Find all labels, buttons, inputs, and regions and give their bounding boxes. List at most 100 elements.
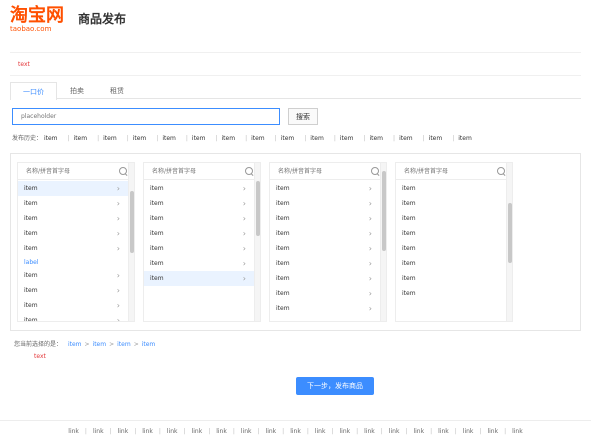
history-item[interactable]: item bbox=[222, 135, 236, 142]
history-item[interactable]: item bbox=[44, 135, 58, 142]
footer-link[interactable]: link bbox=[216, 428, 227, 435]
column-search-box[interactable] bbox=[396, 163, 512, 180]
category-item[interactable]: item bbox=[396, 226, 512, 241]
category-item-label: item bbox=[24, 185, 38, 192]
category-item[interactable]: item › bbox=[18, 268, 134, 283]
category-scrollbar[interactable] bbox=[128, 163, 134, 321]
category-scrollbar[interactable] bbox=[506, 163, 512, 321]
footer-link[interactable]: link bbox=[438, 428, 449, 435]
history-item[interactable]: item bbox=[369, 135, 383, 142]
tab-2[interactable]: 租赁 bbox=[97, 81, 137, 99]
scrollbar-thumb[interactable] bbox=[256, 181, 260, 236]
category-item[interactable]: item › bbox=[144, 211, 260, 226]
category-item[interactable]: item › bbox=[18, 226, 134, 241]
category-item[interactable]: item bbox=[396, 271, 512, 286]
category-item[interactable]: item › bbox=[270, 196, 386, 211]
category-item[interactable]: item › bbox=[18, 241, 134, 256]
category-item[interactable]: item bbox=[396, 196, 512, 211]
history-item[interactable]: item bbox=[399, 135, 413, 142]
category-item[interactable]: item › bbox=[144, 226, 260, 241]
footer-link[interactable]: link bbox=[487, 428, 498, 435]
category-search-box[interactable] bbox=[12, 108, 280, 125]
category-item[interactable]: item › bbox=[270, 256, 386, 271]
category-item[interactable]: item › bbox=[18, 211, 134, 226]
category-search-input[interactable] bbox=[19, 112, 279, 121]
footer-link[interactable]: link bbox=[413, 428, 424, 435]
category-item[interactable]: item bbox=[396, 211, 512, 226]
footer-link[interactable]: link bbox=[167, 428, 178, 435]
footer-link[interactable]: link bbox=[241, 428, 252, 435]
category-item[interactable]: item › bbox=[144, 271, 260, 286]
history-item[interactable]: item bbox=[458, 135, 472, 142]
category-item[interactable]: item bbox=[396, 241, 512, 256]
history-item[interactable]: item bbox=[74, 135, 88, 142]
column-search-input[interactable] bbox=[24, 166, 114, 176]
selected-path-item[interactable]: item bbox=[142, 341, 156, 348]
category-item[interactable]: item › bbox=[18, 283, 134, 298]
history-item[interactable]: item bbox=[340, 135, 354, 142]
category-item[interactable]: item › bbox=[18, 313, 134, 321]
footer-link[interactable]: link bbox=[118, 428, 129, 435]
column-search-box[interactable] bbox=[144, 163, 260, 180]
category-item[interactable]: item bbox=[396, 181, 512, 196]
category-item[interactable]: item › bbox=[270, 286, 386, 301]
history-item[interactable]: item bbox=[162, 135, 176, 142]
category-item[interactable]: item › bbox=[270, 211, 386, 226]
category-scrollbar[interactable] bbox=[254, 163, 260, 321]
footer-link[interactable]: link bbox=[512, 428, 523, 435]
chevron-right-icon: › bbox=[242, 199, 246, 208]
column-search-input[interactable] bbox=[150, 166, 240, 176]
footer-link[interactable]: link bbox=[340, 428, 351, 435]
category-item[interactable]: item › bbox=[144, 196, 260, 211]
history-item[interactable]: item bbox=[103, 135, 117, 142]
chevron-right-icon: › bbox=[116, 214, 120, 223]
category-item[interactable]: item › bbox=[144, 241, 260, 256]
footer-link[interactable]: link bbox=[389, 428, 400, 435]
footer-link[interactable]: link bbox=[463, 428, 474, 435]
footer-link[interactable]: link bbox=[290, 428, 301, 435]
history-item[interactable]: item bbox=[310, 135, 324, 142]
scrollbar-thumb[interactable] bbox=[508, 203, 512, 263]
tab-0[interactable]: 一口价 bbox=[10, 82, 57, 100]
footer-link[interactable]: link bbox=[266, 428, 277, 435]
category-item[interactable]: item › bbox=[270, 181, 386, 196]
category-item[interactable]: item bbox=[396, 286, 512, 301]
category-item[interactable]: item bbox=[396, 256, 512, 271]
footer-link[interactable]: link bbox=[192, 428, 203, 435]
history-item[interactable]: item bbox=[192, 135, 206, 142]
category-item[interactable]: item › bbox=[18, 196, 134, 211]
category-item[interactable]: item › bbox=[270, 226, 386, 241]
footer-link[interactable]: link bbox=[93, 428, 104, 435]
taobao-logo[interactable]: 淘宝网 taobao.com bbox=[10, 6, 80, 34]
category-scrollbar[interactable] bbox=[380, 163, 386, 321]
selected-path-item[interactable]: item bbox=[93, 341, 107, 348]
column-search-box[interactable] bbox=[270, 163, 386, 180]
category-item[interactable]: item › bbox=[144, 256, 260, 271]
footer-link[interactable]: link bbox=[68, 428, 79, 435]
category-search-button[interactable]: 搜索 bbox=[288, 108, 318, 125]
history-item[interactable]: item bbox=[251, 135, 265, 142]
footer-link[interactable]: link bbox=[142, 428, 153, 435]
scrollbar-thumb[interactable] bbox=[382, 171, 386, 251]
category-item[interactable]: item › bbox=[270, 271, 386, 286]
category-item[interactable]: item › bbox=[270, 301, 386, 316]
footer-link[interactable]: link bbox=[315, 428, 326, 435]
next-step-button[interactable]: 下一步，发布商品 bbox=[296, 377, 374, 395]
footer-separator: | bbox=[134, 427, 137, 435]
history-item[interactable]: item bbox=[281, 135, 295, 142]
tab-1[interactable]: 拍卖 bbox=[57, 81, 97, 99]
selected-path-item[interactable]: item bbox=[68, 341, 82, 348]
selected-path-item[interactable]: item bbox=[117, 341, 131, 348]
column-search-input[interactable] bbox=[276, 166, 366, 176]
history-item[interactable]: item bbox=[133, 135, 147, 142]
scrollbar-thumb[interactable] bbox=[130, 191, 134, 253]
category-item[interactable]: item › bbox=[270, 241, 386, 256]
column-search-box[interactable] bbox=[18, 163, 134, 180]
column-search-input[interactable] bbox=[402, 166, 492, 176]
history-separator: | bbox=[274, 135, 277, 142]
footer-link[interactable]: link bbox=[364, 428, 375, 435]
history-item[interactable]: item bbox=[429, 135, 443, 142]
category-item[interactable]: item › bbox=[18, 298, 134, 313]
category-item[interactable]: item › bbox=[144, 181, 260, 196]
category-item[interactable]: item › bbox=[18, 181, 134, 196]
